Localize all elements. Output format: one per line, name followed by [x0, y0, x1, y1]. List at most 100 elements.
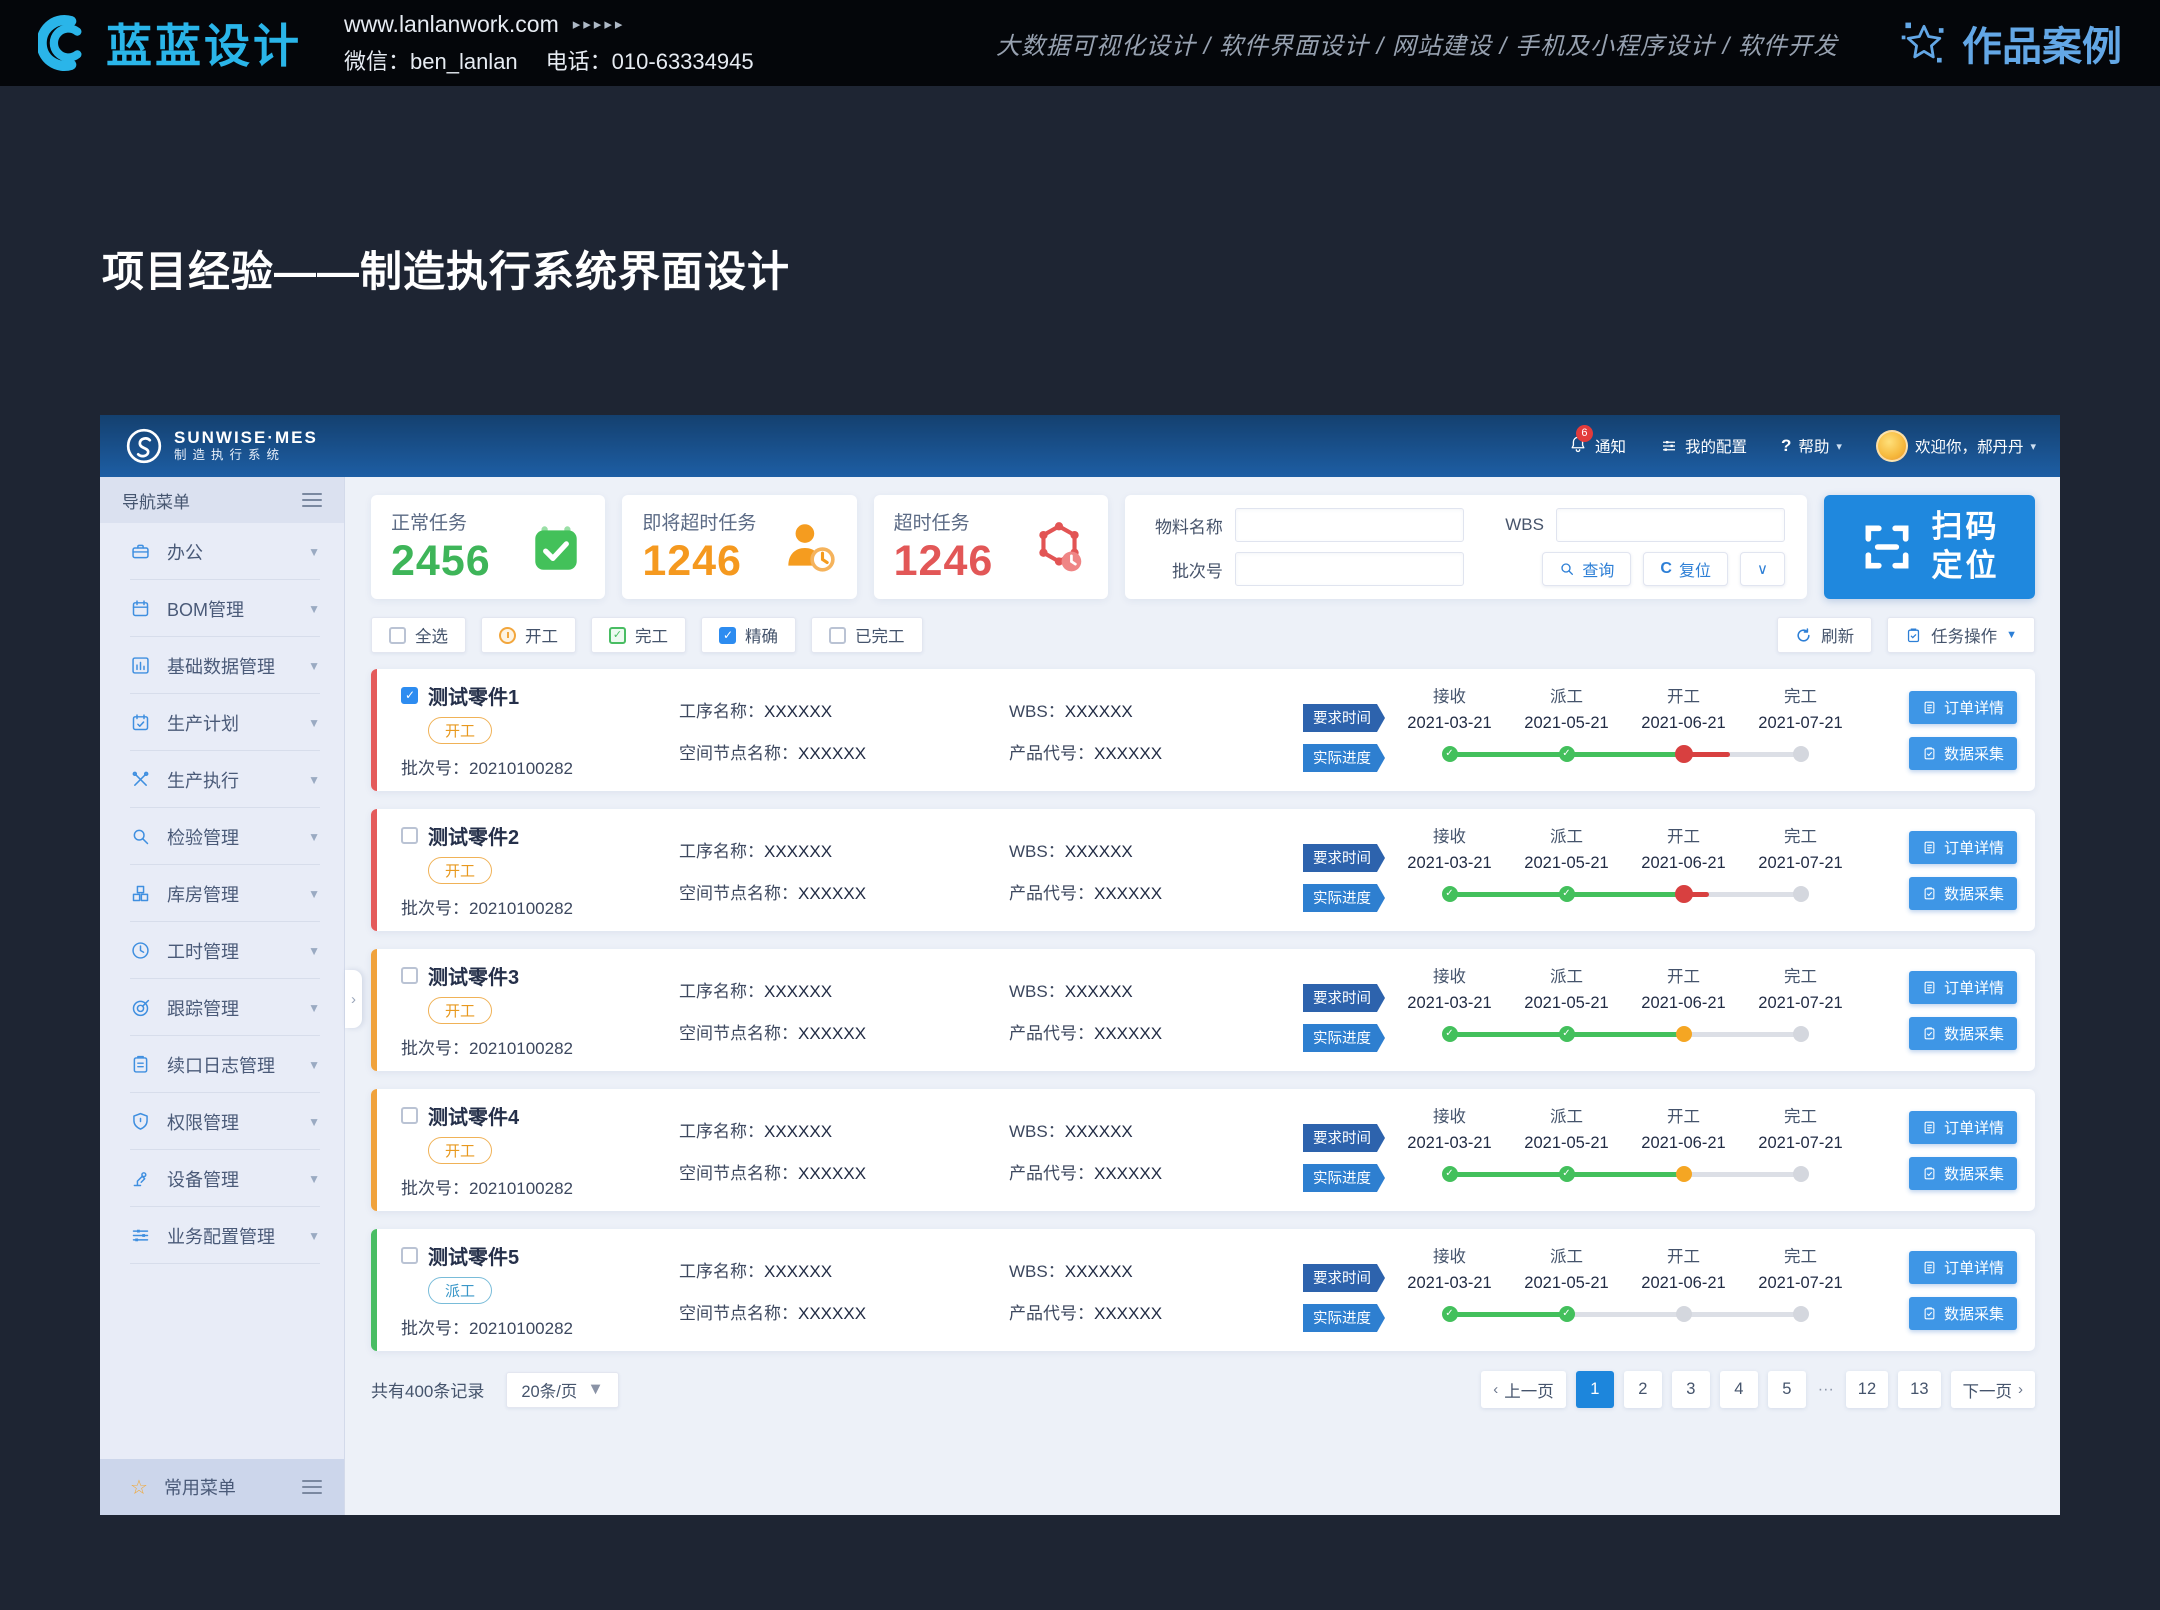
status-badge: 开工 — [428, 1137, 492, 1164]
timeline-station-label: 完工 — [1742, 683, 1859, 707]
filter-button-select-all[interactable]: 全选 — [371, 617, 466, 653]
sidebar-item-interfacelog[interactable]: 续口日志管理▼ — [100, 1036, 344, 1093]
chevron-down-icon: ▼ — [308, 773, 320, 787]
checkbox-icon[interactable] — [389, 627, 406, 644]
order-details-button[interactable]: 订单详情 — [1909, 1111, 2017, 1144]
task-checkbox[interactable] — [401, 687, 418, 704]
network-clock-icon — [1030, 518, 1088, 576]
sidebar-footer-common-menu[interactable]: ☆ 常用菜单 — [100, 1459, 344, 1515]
next-page-button[interactable]: 下一页› — [1951, 1371, 2036, 1408]
task-timeline: 接收派工开工完工 2021-03-212021-05-212021-06-212… — [1385, 679, 1869, 781]
sidebar-item-label: 业务配置管理 — [167, 1223, 275, 1249]
filter-button-finished[interactable]: ✓完工 — [591, 617, 686, 653]
help-menu-button[interactable]: ? 帮助 ▾ — [1781, 435, 1842, 457]
order-details-button[interactable]: 订单详情 — [1909, 971, 2017, 1004]
chevron-down-icon: ▼ — [308, 1229, 320, 1243]
actual-progress-tag: 实际进度 — [1303, 744, 1385, 772]
timeline-segment — [1567, 1172, 1684, 1177]
reset-button[interactable]: C 复位 — [1643, 552, 1728, 586]
task-row: 测试零件1 开工 批次号：20210100282 工序名称：XXXXXX 空间节… — [371, 669, 2035, 791]
page-button-1[interactable]: 1 — [1576, 1371, 1614, 1408]
order-details-button[interactable]: 订单详情 — [1909, 1251, 2017, 1284]
my-config-button[interactable]: 我的配置 — [1660, 435, 1747, 457]
space-node-field: 空间节点名称：XXXXXX — [679, 1299, 1009, 1324]
sidebar-item-execute[interactable]: 生产执行 ▼ — [100, 751, 344, 808]
timeline-point-gray — [1793, 1026, 1809, 1042]
document-icon — [1922, 840, 1937, 855]
wbs-input[interactable] — [1556, 508, 1785, 542]
reset-icon: C — [1660, 560, 1672, 578]
task-row: 测试零件4 开工 批次号：20210100282 工序名称：XXXXXX 空间节… — [371, 1089, 2035, 1211]
user-menu[interactable]: 欢迎你，郝丹丹 ▾ — [1876, 430, 2036, 462]
sidebar-item-inspect[interactable]: 检验管理▼ — [100, 808, 344, 865]
sidebar-item-tracking[interactable]: 跟踪管理▼ — [100, 979, 344, 1036]
data-collect-button[interactable]: 数据采集 — [1909, 1297, 2017, 1330]
sidebar-item-office[interactable]: 办公▼ — [100, 523, 344, 580]
timeline-station-label: 派工 — [1508, 1243, 1625, 1267]
task-checkbox[interactable] — [401, 1247, 418, 1264]
chevron-down-icon: ▼ — [308, 545, 320, 559]
timeline-point-gray — [1793, 746, 1809, 762]
data-collect-label: 数据采集 — [1944, 883, 2004, 904]
page-button-5[interactable]: 5 — [1768, 1371, 1806, 1408]
batch-number-input[interactable] — [1235, 552, 1464, 586]
scan-locate-button[interactable]: 扫码 定位 — [1824, 495, 2035, 599]
sidebar-item-basedata[interactable]: 基础数据管理▼ — [100, 637, 344, 694]
task-checkbox[interactable] — [401, 1107, 418, 1124]
sidebar-item-warehouse[interactable]: 库房管理▼ — [100, 865, 344, 922]
query-button[interactable]: 查询 — [1542, 552, 1631, 586]
order-details-label: 订单详情 — [1944, 1257, 2004, 1278]
page-button-2[interactable]: 2 — [1624, 1371, 1662, 1408]
filter-button-completed[interactable]: 已完工 — [811, 617, 923, 653]
data-collect-button[interactable]: 数据采集 — [1909, 1017, 2017, 1050]
sidebar-item-label: 设备管理 — [167, 1166, 239, 1192]
sidebar-item-workhours[interactable]: 工时管理▼ — [100, 922, 344, 979]
timeline-date: 2021-06-21 — [1625, 854, 1742, 873]
timeline-station-label: 接收 — [1391, 1243, 1508, 1267]
timeline-station-label: 接收 — [1391, 1103, 1508, 1127]
task-operations-button[interactable]: 任务操作 ▼ — [1887, 617, 2035, 653]
sidebar-item-bom[interactable]: BOM管理▼ — [100, 580, 344, 637]
data-collect-button[interactable]: 数据采集 — [1909, 1157, 2017, 1190]
page-button-3[interactable]: 3 — [1672, 1371, 1710, 1408]
data-collect-button[interactable]: 数据采集 — [1909, 737, 2017, 770]
sidebar-item-bizconfig[interactable]: 业务配置管理 ▼ — [100, 1207, 344, 1264]
sidebar-item-label: 生产执行 — [167, 767, 239, 793]
page-button-4[interactable]: 4 — [1720, 1371, 1758, 1408]
timeline-segment — [1567, 892, 1684, 897]
per-page-select[interactable]: 20条/页 ▼ — [506, 1372, 618, 1408]
prev-page-button[interactable]: ‹上一页 — [1481, 1371, 1566, 1408]
sidebar-item-plan[interactable]: 生产计划▼ — [100, 694, 344, 751]
notifications-button[interactable]: 6 通知 — [1568, 434, 1626, 459]
data-collect-button[interactable]: 数据采集 — [1909, 877, 2017, 910]
task-checkbox[interactable] — [401, 827, 418, 844]
checkbox-icon[interactable] — [719, 627, 736, 644]
product-code-field: 产品代号：XXXXXX — [1009, 1299, 1281, 1324]
chevron-down-icon: ▼ — [308, 659, 320, 673]
sidebar-item-device[interactable]: 设备管理▼ — [100, 1150, 344, 1207]
wbs-field: WBS：XXXXXX — [1009, 1257, 1281, 1282]
refresh-button[interactable]: 刷新 — [1777, 617, 1872, 653]
timeline-date: 2021-06-21 — [1625, 1134, 1742, 1153]
task-checkbox[interactable] — [401, 967, 418, 984]
material-name-input[interactable] — [1235, 508, 1464, 542]
order-details-button[interactable]: 订单详情 — [1909, 831, 2017, 864]
timeline-date: 2021-07-21 — [1742, 1134, 1859, 1153]
checkbox-icon[interactable] — [829, 627, 846, 644]
order-details-button[interactable]: 订单详情 — [1909, 691, 2017, 724]
actual-progress-tag: 实际进度 — [1303, 884, 1385, 912]
expand-search-button[interactable]: ∨ — [1740, 552, 1785, 586]
timeline-station-label: 派工 — [1508, 823, 1625, 847]
data-collect-label: 数据采集 — [1944, 743, 2004, 764]
avatar — [1876, 430, 1908, 462]
timeline-date: 2021-03-21 — [1391, 714, 1508, 733]
chevron-down-icon: ∨ — [1757, 560, 1768, 578]
page-button-13[interactable]: 13 — [1898, 1371, 1940, 1408]
hamburger-icon[interactable] — [302, 493, 322, 507]
filter-button-exact[interactable]: 精确 — [701, 617, 796, 653]
document-icon — [1922, 1120, 1937, 1135]
filter-button-started[interactable]: 开工 — [481, 617, 576, 653]
brand-logo-icon — [38, 14, 96, 72]
page-button-12[interactable]: 12 — [1846, 1371, 1888, 1408]
sidebar-item-permission[interactable]: 权限管理▼ — [100, 1093, 344, 1150]
